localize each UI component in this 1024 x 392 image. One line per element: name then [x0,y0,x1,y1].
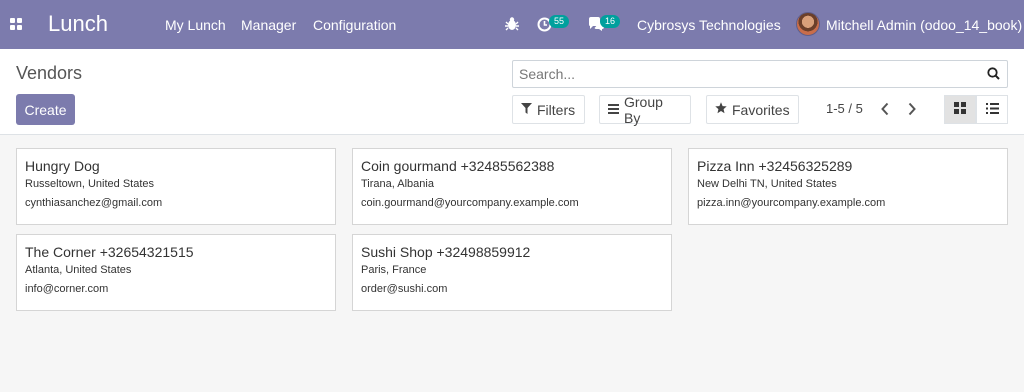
apps-menu-icon[interactable] [10,18,23,30]
vendor-location: Atlanta, United States [25,264,132,276]
vendor-name: Hungry Dog [25,158,100,174]
vendor-location: Russeltown, United States [25,178,155,190]
pager-next-icon[interactable] [903,99,921,119]
vendor-email: info@corner.com [25,283,109,295]
menu-manager[interactable]: Manager [241,17,296,33]
search-input[interactable] [513,61,973,87]
search-icon[interactable] [987,67,1001,81]
vendor-name: Coin gourmand +32485562388 [361,158,555,174]
filters-button[interactable]: Filters [512,95,585,124]
filters-label: Filters [537,101,576,118]
vendor-card[interactable]: The Corner +32654321515 Atlanta, United … [16,234,336,311]
vendor-location: Paris, France [361,264,427,276]
vendor-email: pizza.inn@yourcompany.example.com [697,197,886,209]
vendor-location: Tirana, Albania [361,178,434,190]
group-by-label: Group By [624,93,663,126]
search-box [512,60,1008,88]
pager-previous-icon[interactable] [876,99,894,119]
vendor-card[interactable]: Sushi Shop +32498859912 Paris, France or… [352,234,672,311]
bug-icon[interactable] [505,16,519,35]
messages-count-badge: 16 [600,15,621,28]
menu-my-lunch[interactable]: My Lunch [165,17,226,33]
activity-count-badge: 55 [549,15,570,28]
vendor-name: Sushi Shop +32498859912 [361,244,531,260]
group-by-button[interactable]: Group By [599,93,691,126]
user-avatar[interactable] [796,12,820,36]
list-view-button[interactable] [976,95,1008,124]
company-switcher[interactable]: Cybrosys Technologies [637,17,781,33]
star-icon [715,102,727,117]
vendor-email: cynthiasanchez@gmail.com [25,197,163,209]
control-panel: Vendors Create Filters Group By Favorite… [0,49,1024,135]
vendor-email: coin.gourmand@yourcompany.example.com [361,197,579,209]
bars-icon [608,103,619,117]
vendor-email: order@sushi.com [361,283,448,295]
vendor-card[interactable]: Hungry Dog Russeltown, United States cyn… [16,148,336,225]
kanban-view-button[interactable] [944,95,976,124]
breadcrumb: Vendors [16,63,83,83]
app-title[interactable]: Lunch [48,11,108,37]
favorites-button[interactable]: Favorites [706,95,799,124]
list-icon [985,101,999,119]
menu-configuration[interactable]: Configuration [313,17,396,33]
vendor-location: New Delhi TN, United States [697,178,837,190]
top-navbar: Lunch My Lunch Manager Configuration 55 … [0,0,1024,49]
vendor-card[interactable]: Pizza Inn +32456325289 New Delhi TN, Uni… [688,148,1008,225]
vendor-name: The Corner +32654321515 [25,244,194,260]
vendor-card[interactable]: Coin gourmand +32485562388 Tirana, Alban… [352,148,672,225]
vendor-name: Pizza Inn +32456325289 [697,158,853,174]
pager-value[interactable]: 1-5 / 5 [826,101,863,116]
kanban-grid-icon [954,101,966,119]
favorites-label: Favorites [732,101,790,118]
filter-icon [521,102,532,117]
user-menu[interactable]: Mitchell Admin (odoo_14_book) [826,17,1022,33]
create-button[interactable]: Create [16,94,75,125]
